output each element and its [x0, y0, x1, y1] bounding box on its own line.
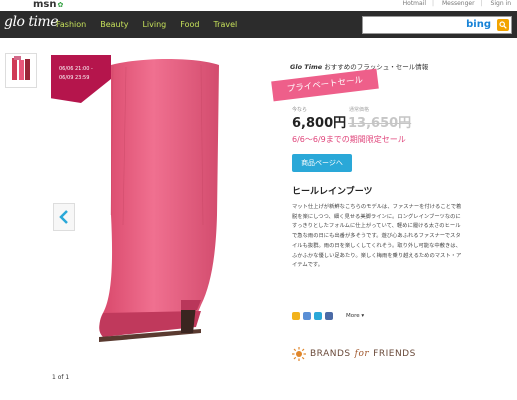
boots-thumbnail-image	[12, 56, 30, 80]
search-button[interactable]	[497, 19, 509, 31]
sale-price: 6,800円	[292, 116, 347, 131]
product-page-button[interactable]: 商品ページへ	[292, 154, 352, 172]
prev-arrow-button[interactable]	[53, 203, 75, 231]
search-box[interactable]: bing	[362, 16, 512, 34]
limited-period-text: 6/6〜6/9までの期間限定セール	[292, 135, 406, 144]
nav-living[interactable]: Living	[142, 20, 166, 29]
search-icon	[499, 21, 507, 29]
brands-for-friends-logo[interactable]: BRANDS for FRIENDS	[292, 347, 416, 361]
bing-logo: bing	[466, 19, 491, 30]
thumbnail-boots[interactable]	[5, 53, 37, 88]
nav-fashion[interactable]: Fashion	[56, 20, 86, 29]
product-description: マット仕上げが新鮮なこちらのモデルは、ファスナーを付けることで着脱を楽にしつつ、…	[292, 204, 462, 269]
share-icon-3[interactable]	[314, 312, 322, 320]
ribbon-start: 06/06 21:00 -	[59, 66, 93, 72]
product-panel: Glo Time おすすめのフラッシュ・セール情報 プライベートセール 今なら …	[271, 55, 464, 370]
product-name: ヒールレインブーツ	[292, 187, 373, 197]
ribbon-end: 06/09 23:59	[59, 75, 90, 81]
msn-butterfly-icon: ✿	[57, 1, 64, 9]
sign-in-link[interactable]: Sign in	[491, 0, 511, 7]
more-share-link[interactable]: More ▾	[346, 313, 364, 319]
private-sale-banner: プライベートセール	[271, 68, 379, 102]
gallery-counter: 1 of 1	[52, 374, 70, 381]
glo-time-logo[interactable]: glo time	[4, 14, 58, 30]
hotmail-link[interactable]: Hotmail	[403, 0, 426, 7]
site-header: glo time Fashion Beauty Living Food Trav…	[0, 11, 517, 38]
panel-title: Glo Time おすすめのフラッシュ・セール情報	[290, 63, 429, 71]
share-icon-1[interactable]	[292, 312, 300, 320]
top-links: Hotmail | Messenger | Sign in	[402, 0, 511, 7]
messenger-link[interactable]: Messenger	[442, 0, 475, 7]
nav-beauty[interactable]: Beauty	[100, 20, 128, 29]
share-icon-4[interactable]	[325, 312, 333, 320]
product-photo: 06/06 21:00 - 06/09 23:59	[51, 55, 282, 371]
nav-travel[interactable]: Travel	[213, 20, 237, 29]
share-icon-2[interactable]	[303, 312, 311, 320]
original-price: 13,650円	[348, 116, 412, 131]
pink-rain-boot-image	[99, 59, 219, 342]
msn-topbar: msn✿ Hotmail | Messenger | Sign in	[0, 0, 517, 11]
main-nav: Fashion Beauty Living Food Travel	[56, 20, 237, 29]
msn-logo[interactable]: msn✿	[33, 0, 63, 10]
nav-food[interactable]: Food	[180, 20, 199, 29]
sun-logo-icon	[292, 347, 306, 361]
chevron-left-icon	[59, 210, 68, 224]
share-bar: More ▾	[292, 312, 364, 320]
